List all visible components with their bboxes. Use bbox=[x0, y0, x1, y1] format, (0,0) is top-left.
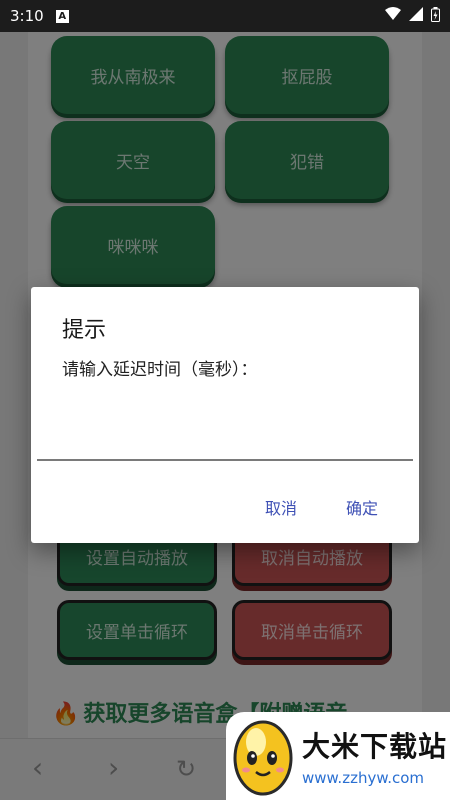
battery-icon bbox=[431, 6, 440, 26]
ok-button[interactable]: 确定 bbox=[346, 495, 378, 519]
cancel-button[interactable]: 取消 bbox=[265, 495, 297, 519]
delay-input[interactable] bbox=[37, 405, 413, 461]
watermark-name: 大米下载站 bbox=[302, 730, 448, 763]
notification-icon: A bbox=[55, 9, 69, 23]
signal-icon bbox=[409, 7, 423, 25]
watermark: 大米下载站 www.zzhyw.com bbox=[226, 712, 450, 800]
prompt-dialog: 提示 请输入延迟时间（毫秒）： 取消 确定 bbox=[31, 287, 419, 543]
rice-mascot-logo bbox=[233, 720, 293, 796]
watermark-url: www.zzhyw.com bbox=[302, 769, 425, 787]
dialog-title: 提示 bbox=[62, 318, 107, 343]
dialog-message: 请输入延迟时间（毫秒）： bbox=[62, 360, 258, 380]
wifi-icon bbox=[385, 7, 401, 25]
status-bar: 3:10 A bbox=[0, 0, 450, 32]
status-time: 3:10 bbox=[10, 7, 44, 25]
